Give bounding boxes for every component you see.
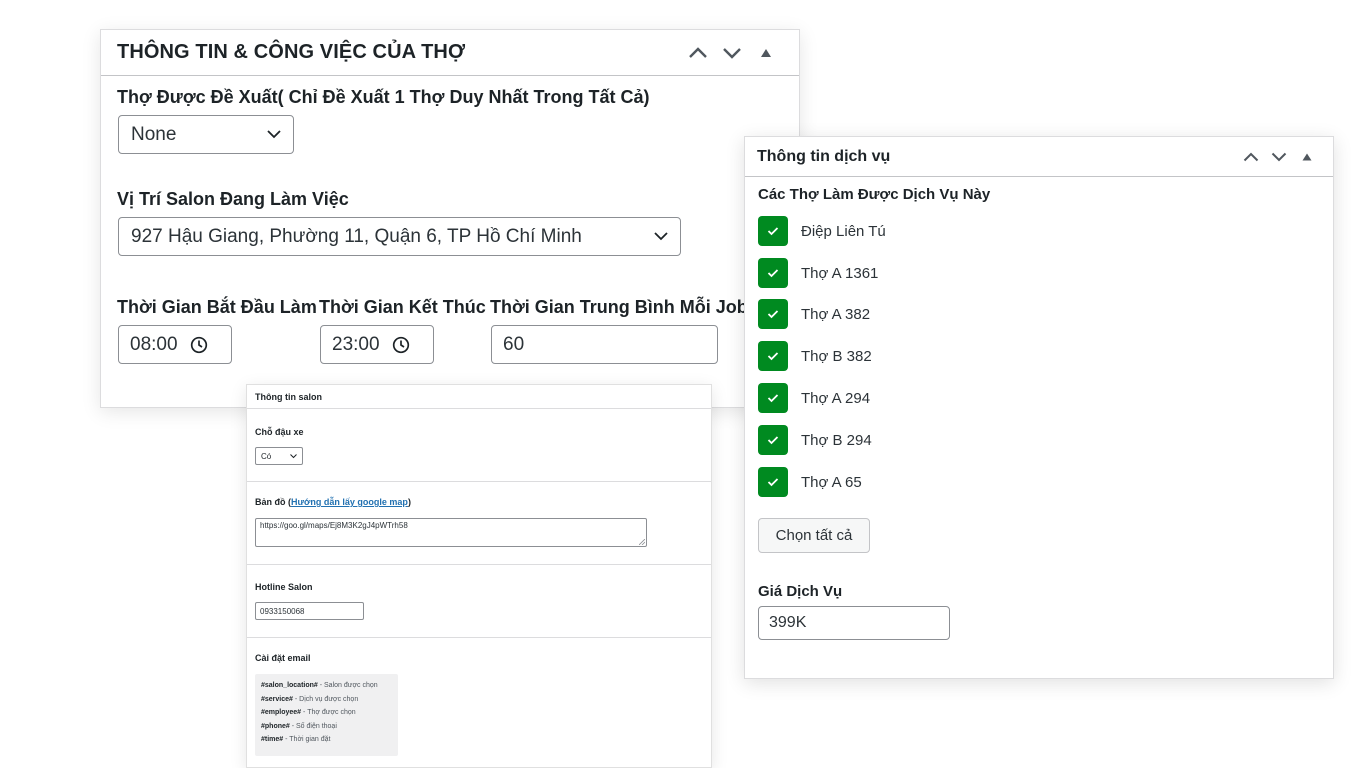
worker-checkbox-item[interactable]: Thợ A 382 xyxy=(758,299,870,329)
salon-location-label: Vị Trí Salon Đang Làm Việc xyxy=(117,189,349,209)
hotline-label: Hotline Salon xyxy=(255,582,313,592)
start-time-label: Thời Gian Bắt Đầu Làm xyxy=(117,297,317,317)
worker-checkbox-item[interactable]: Thợ B 294 xyxy=(758,425,872,455)
check-icon xyxy=(767,269,779,278)
chevron-up-icon xyxy=(689,46,707,58)
resize-grip-icon[interactable] xyxy=(639,539,645,545)
worker-name: Điệp Liên Tú xyxy=(801,222,886,240)
clock-icon[interactable] xyxy=(190,336,208,354)
triangle-up-icon xyxy=(1302,153,1312,160)
collapse-toggle-button[interactable] xyxy=(749,36,783,70)
move-up-button[interactable] xyxy=(1237,143,1265,171)
checkbox[interactable] xyxy=(758,216,788,246)
check-icon xyxy=(767,394,779,403)
salon-location-select[interactable]: 927 Hậu Giang, Phường 11, Quận 6, TP Hồ … xyxy=(118,217,681,256)
checkbox[interactable] xyxy=(758,299,788,329)
start-time-input[interactable]: 08:00 xyxy=(118,325,232,364)
avg-job-time-input[interactable]: 60 xyxy=(491,325,718,364)
chevron-down-icon xyxy=(267,130,281,139)
chevron-down-icon xyxy=(723,47,741,59)
worker-checkbox-item[interactable]: Thợ B 382 xyxy=(758,341,872,371)
service-price-label: Giá Dịch Vụ xyxy=(758,583,843,600)
salon-panel-title: Thông tin salon xyxy=(255,391,322,402)
suggested-worker-value: None xyxy=(131,123,177,145)
worker-name: Thợ A 65 xyxy=(801,473,862,491)
email-var-row: #phone# - Số điện thoại xyxy=(261,722,337,730)
check-icon xyxy=(767,227,779,236)
service-panel-header: Thông tin dịch vụ xyxy=(745,137,1333,177)
parking-value: Có xyxy=(261,451,272,461)
email-var-row: #salon_location# - Salon được chọn xyxy=(261,682,378,689)
avg-job-time-value: 60 xyxy=(503,333,525,355)
worker-name: Thợ A 1361 xyxy=(801,264,879,282)
worker-checkbox-item[interactable]: Thợ A 65 xyxy=(758,467,862,497)
service-panel-controls xyxy=(1237,143,1321,171)
map-label-suffix: ) xyxy=(407,497,411,507)
avg-job-time-label: Thời Gian Trung Bình Mỗi Job xyxy=(490,297,748,317)
chevron-down-icon xyxy=(1271,152,1287,161)
salon-panel-header: Thông tin salon xyxy=(247,385,711,409)
map-label: Bản đồ (Hướng dẫn lấy google map) xyxy=(255,497,411,507)
select-all-button[interactable]: Chọn tất cả xyxy=(758,518,870,553)
end-time-label: Thời Gian Kết Thúc xyxy=(319,297,486,317)
parking-label: Chỗ đậu xe xyxy=(255,427,304,437)
collapse-toggle-button[interactable] xyxy=(1293,143,1321,171)
chevron-down-icon xyxy=(290,453,297,458)
hotline-value: 0933150068 xyxy=(260,606,305,616)
map-section: Bản đồ (Hướng dẫn lấy google map) https:… xyxy=(247,482,711,565)
email-variables-box: #salon_location# - Salon được chọn #serv… xyxy=(255,674,398,756)
checkbox[interactable] xyxy=(758,383,788,413)
chevron-down-icon xyxy=(654,232,668,241)
service-panel-title: Thông tin dịch vụ xyxy=(757,147,891,165)
start-time-value: 08:00 xyxy=(130,333,178,355)
check-icon xyxy=(767,310,779,319)
map-label-prefix: Bản đồ ( xyxy=(255,497,291,507)
service-price-input[interactable]: 399K xyxy=(758,606,950,640)
suggested-worker-select[interactable]: None xyxy=(118,115,294,154)
email-settings-label: Cài đặt email xyxy=(255,653,311,663)
worker-name: Thợ A 382 xyxy=(801,305,871,323)
move-down-button[interactable] xyxy=(1265,143,1293,171)
worker-checkbox-item[interactable]: Điệp Liên Tú xyxy=(758,216,886,246)
clock-icon[interactable] xyxy=(392,336,410,354)
email-var-row: #employee# - Thợ được chọn xyxy=(261,709,356,717)
triangle-up-icon xyxy=(761,48,771,57)
worker-name: Thợ B 382 xyxy=(801,347,872,365)
worker-panel-title: THÔNG TIN & CÔNG VIỆC CỦA THỢ xyxy=(117,41,466,63)
move-down-button[interactable] xyxy=(715,36,749,70)
check-icon xyxy=(767,478,779,487)
worker-checkbox-item[interactable]: Thợ A 294 xyxy=(758,383,870,413)
email-var-row: #service# - Dịch vụ được chọn xyxy=(261,695,359,703)
service-info-panel: Thông tin dịch vụ Các Thợ Làm Được Dịch … xyxy=(744,136,1334,679)
checkbox[interactable] xyxy=(758,425,788,455)
move-up-button[interactable] xyxy=(681,36,715,70)
map-guide-link[interactable]: Hướng dẫn lấy google map xyxy=(291,497,408,507)
chevron-up-icon xyxy=(1243,152,1259,161)
service-price-value: 399K xyxy=(769,614,807,631)
parking-section: Chỗ đậu xe Có xyxy=(247,409,711,482)
salon-location-value: 927 Hậu Giang, Phường 11, Quận 6, TP Hồ … xyxy=(131,225,582,247)
end-time-value: 23:00 xyxy=(332,333,380,355)
suggested-worker-label: Thợ Được Đề Xuất( Chỉ Đề Xuất 1 Thợ Duy … xyxy=(117,87,650,107)
end-time-input[interactable]: 23:00 xyxy=(320,325,434,364)
worker-name: Thợ B 294 xyxy=(801,431,872,449)
email-var-row: #time# - Thời gian đặt xyxy=(261,736,331,744)
salon-info-panel: Thông tin salon Chỗ đậu xe Có Bản đồ (Hư… xyxy=(246,384,712,768)
map-url-textarea[interactable]: https://goo.gl/maps/Ej8M3K2gJ4pWTrh58 xyxy=(255,518,647,547)
check-icon xyxy=(767,352,779,361)
service-workers-label: Các Thợ Làm Được Dịch Vụ Này xyxy=(758,186,991,203)
parking-select[interactable]: Có xyxy=(255,447,303,465)
hotline-section: Hotline Salon 0933150068 xyxy=(247,565,711,638)
hotline-input[interactable]: 0933150068 xyxy=(255,602,364,620)
checkbox[interactable] xyxy=(758,341,788,371)
map-url-value: https://goo.gl/maps/Ej8M3K2gJ4pWTrh58 xyxy=(260,521,408,530)
worker-panel-header: THÔNG TIN & CÔNG VIỆC CỦA THỢ xyxy=(101,30,799,76)
checkbox[interactable] xyxy=(758,467,788,497)
check-icon xyxy=(767,436,779,445)
worker-info-panel: THÔNG TIN & CÔNG VIỆC CỦA THỢ Thợ Được Đ… xyxy=(100,29,800,408)
worker-checkbox-item[interactable]: Thợ A 1361 xyxy=(758,258,878,288)
worker-name: Thợ A 294 xyxy=(801,389,871,407)
checkbox[interactable] xyxy=(758,258,788,288)
worker-panel-controls xyxy=(681,36,783,70)
